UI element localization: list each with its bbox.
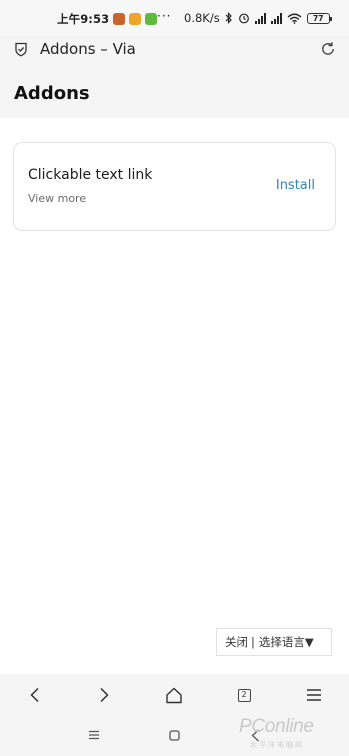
system-home-button[interactable] bbox=[166, 727, 182, 743]
select-language-dropdown[interactable]: 选择语言▼ bbox=[259, 634, 314, 650]
menu-button[interactable] bbox=[303, 684, 325, 706]
reload-icon[interactable] bbox=[320, 41, 336, 57]
chevron-left-icon bbox=[30, 687, 39, 703]
square-home-icon bbox=[168, 729, 180, 741]
status-time: 上午9:53 bbox=[57, 12, 110, 26]
watermark-subtitle: 太平洋电脑网 bbox=[250, 741, 304, 749]
page-title: Addons bbox=[14, 83, 90, 104]
battery-icon: 77 bbox=[306, 12, 332, 24]
browser-bottom-nav: 2 bbox=[0, 674, 349, 715]
chevron-right-icon bbox=[100, 687, 109, 703]
language-popup: 关闭 | 选择语言▼ bbox=[216, 628, 332, 656]
status-bar: 上午9:53 ··· 0.8K/s 77 bbox=[0, 0, 349, 36]
more-notifications-icon: ··· bbox=[157, 9, 172, 23]
shield-icon[interactable] bbox=[14, 42, 28, 57]
forward-button[interactable] bbox=[93, 684, 115, 706]
wifi-icon bbox=[287, 13, 302, 24]
home-button[interactable] bbox=[163, 684, 185, 706]
app-notification-icon bbox=[129, 13, 142, 25]
app-notification-icon bbox=[113, 13, 126, 25]
signal-icon bbox=[270, 12, 282, 24]
signal-icon bbox=[254, 12, 266, 24]
status-left: 上午9:53 bbox=[57, 11, 158, 27]
view-more-link[interactable]: View more bbox=[28, 192, 86, 205]
back-button[interactable] bbox=[24, 684, 46, 706]
recents-icon bbox=[89, 730, 99, 740]
download-notification-icon bbox=[145, 13, 158, 25]
install-button[interactable]: Install bbox=[276, 178, 315, 193]
home-icon bbox=[166, 687, 182, 703]
app-header: Addons – Via Addons bbox=[0, 36, 349, 118]
addon-title: Clickable text link bbox=[28, 167, 153, 183]
window-title: Addons – Via bbox=[40, 40, 136, 58]
bluetooth-icon bbox=[225, 12, 232, 24]
tabs-button[interactable]: 2 bbox=[233, 684, 255, 706]
addon-card[interactable]: Clickable text link View more Install bbox=[13, 142, 336, 231]
alarm-icon bbox=[238, 13, 249, 24]
menu-icon bbox=[307, 689, 321, 701]
recent-apps-button[interactable] bbox=[86, 727, 102, 743]
network-speed: 0.8K/s bbox=[184, 11, 220, 25]
tabs-count-icon: 2 bbox=[237, 688, 251, 702]
separator: | bbox=[251, 635, 255, 649]
close-language-button[interactable]: 关闭 bbox=[225, 634, 248, 650]
status-right: 0.8K/s 77 bbox=[184, 11, 332, 25]
watermark-logo: PConline bbox=[239, 716, 314, 737]
